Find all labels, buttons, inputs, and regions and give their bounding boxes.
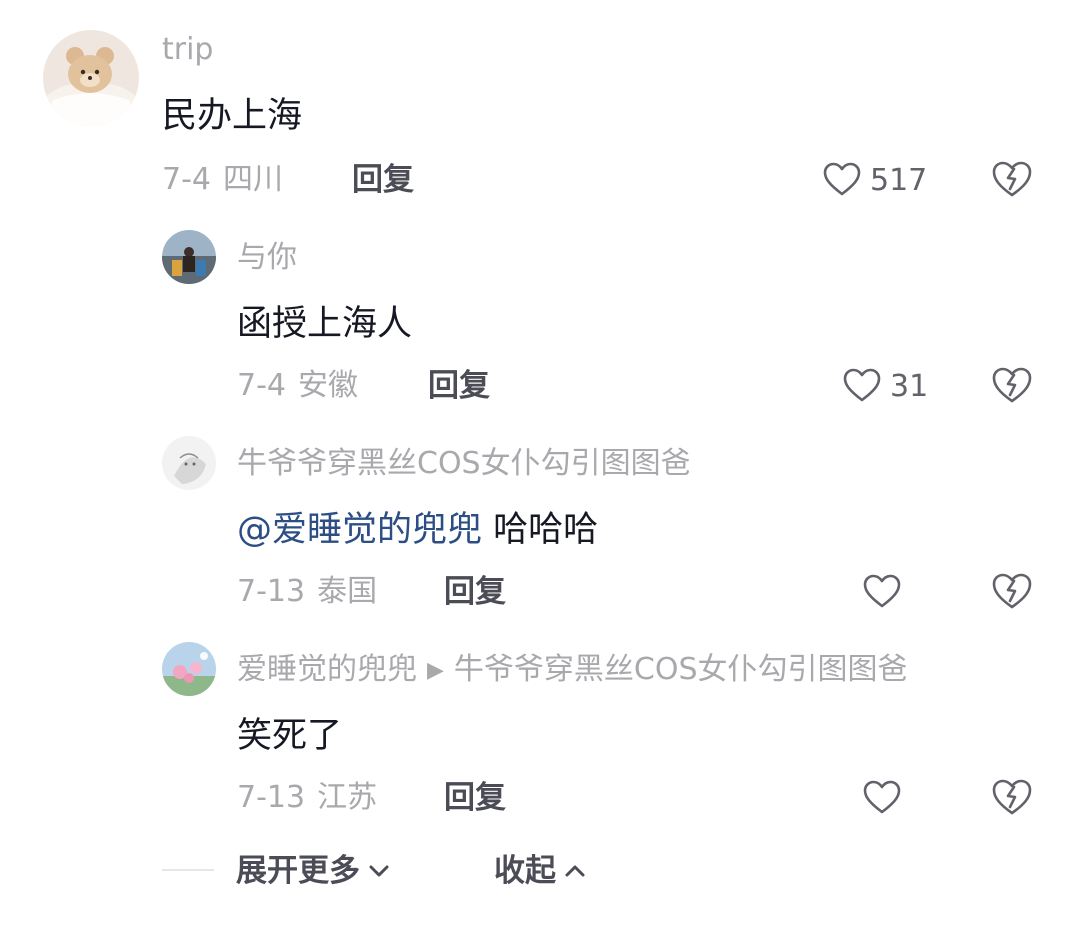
reply-date: 7-4 bbox=[237, 368, 286, 403]
expand-more-label: 展开更多 bbox=[236, 853, 360, 889]
heart-outline-icon bbox=[823, 162, 861, 196]
collapse-button[interactable]: 收起 bbox=[494, 852, 588, 890]
broken-heart-icon bbox=[992, 161, 1032, 197]
like-button[interactable] bbox=[862, 570, 910, 614]
like-button[interactable] bbox=[862, 776, 910, 820]
comment-meta: 7-4 四川 bbox=[162, 162, 283, 198]
broken-heart-icon bbox=[992, 779, 1032, 815]
divider bbox=[162, 869, 214, 871]
reply-text-body: 哈哈哈 bbox=[493, 510, 599, 550]
reply-username[interactable]: 爱睡觉的兜兜 bbox=[237, 652, 417, 687]
dislike-button[interactable] bbox=[990, 158, 1034, 202]
broken-heart-icon bbox=[992, 367, 1032, 403]
dislike-button[interactable] bbox=[990, 570, 1034, 614]
reply-text: 函授上海人 bbox=[237, 304, 413, 344]
reply-meta: 7-4 安徽 bbox=[237, 368, 358, 404]
like-count: 517 bbox=[870, 162, 928, 198]
reply-date: 7-13 bbox=[237, 574, 306, 609]
comment-username[interactable]: trip bbox=[162, 32, 213, 68]
comment-location: 四川 bbox=[223, 162, 283, 197]
mention-link[interactable]: @爱睡觉的兜兜 bbox=[237, 510, 482, 550]
dislike-button[interactable] bbox=[990, 776, 1034, 820]
reply-username[interactable]: 与你 bbox=[237, 240, 297, 276]
expand-more-button[interactable]: 展开更多 bbox=[236, 852, 392, 890]
heart-outline-icon bbox=[863, 574, 901, 608]
reply-meta: 7-13 泰国 bbox=[237, 574, 377, 610]
reply-text: 笑死了 bbox=[237, 716, 343, 756]
chevron-up-icon bbox=[565, 865, 585, 877]
reply-date: 7-13 bbox=[237, 780, 306, 815]
reply-meta: 7-13 江苏 bbox=[237, 780, 377, 816]
play-triangle-icon: ▶ bbox=[427, 657, 444, 683]
avatar[interactable] bbox=[162, 230, 216, 284]
comment-date: 7-4 bbox=[162, 162, 211, 197]
reply-button[interactable]: 回复 bbox=[444, 780, 506, 816]
avatar[interactable] bbox=[43, 30, 139, 126]
like-count: 31 bbox=[890, 368, 929, 404]
heart-outline-icon bbox=[843, 368, 881, 402]
dislike-button[interactable] bbox=[990, 364, 1034, 408]
reply-to-username[interactable]: 牛爷爷穿黑丝COS女仆勾引图图爸 bbox=[454, 652, 908, 687]
chevron-down-icon bbox=[369, 865, 389, 877]
reply-location: 江苏 bbox=[317, 780, 378, 815]
reply-location: 泰国 bbox=[317, 574, 378, 609]
collapse-label: 收起 bbox=[494, 853, 556, 889]
reply-text: @爱睡觉的兜兜 哈哈哈 bbox=[237, 508, 598, 552]
reply-button[interactable]: 回复 bbox=[352, 162, 414, 198]
like-button[interactable]: 517 bbox=[822, 158, 927, 202]
reply-button[interactable]: 回复 bbox=[444, 574, 506, 610]
comment-text: 民办上海 bbox=[162, 96, 303, 136]
broken-heart-icon bbox=[992, 573, 1032, 609]
avatar[interactable] bbox=[162, 642, 216, 696]
reply-button[interactable]: 回复 bbox=[428, 368, 490, 404]
reply-username-line: 爱睡觉的兜兜 ▶ 牛爷爷穿黑丝COS女仆勾引图图爸 bbox=[237, 652, 908, 689]
reply-username[interactable]: 牛爷爷穿黑丝COS女仆勾引图图爸 bbox=[237, 446, 691, 482]
like-button[interactable]: 31 bbox=[842, 364, 928, 408]
reply-location: 安徽 bbox=[298, 368, 358, 403]
heart-outline-icon bbox=[863, 780, 901, 814]
avatar[interactable] bbox=[162, 436, 216, 490]
